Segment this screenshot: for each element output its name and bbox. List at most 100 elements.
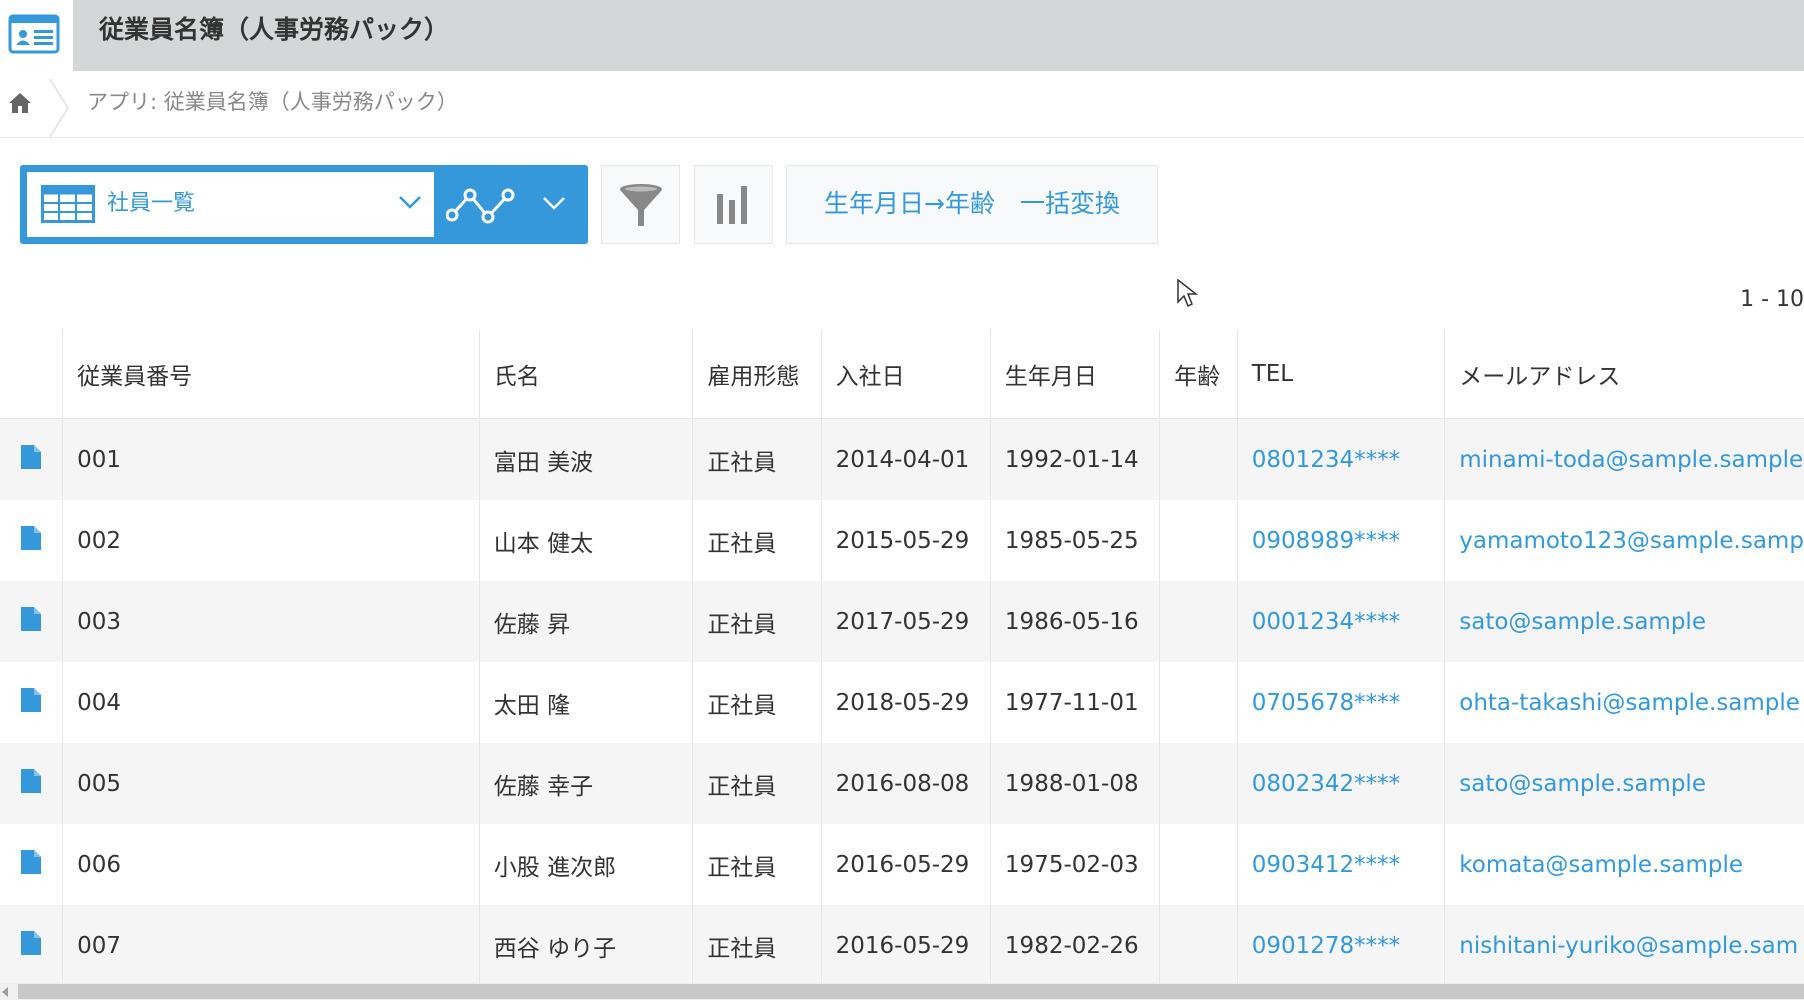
header-icon-col — [0, 329, 64, 419]
column-header[interactable]: 雇用形態 — [692, 329, 822, 419]
cell-type: 正社員 — [692, 500, 822, 581]
scrollbar-thumb[interactable] — [18, 984, 1804, 999]
record-detail-cell[interactable] — [0, 500, 64, 581]
scroll-left-icon[interactable] — [2, 987, 8, 997]
cell-join: 2015-05-29 — [821, 500, 991, 581]
document-icon[interactable] — [21, 525, 42, 550]
cell-age — [1159, 418, 1238, 500]
cell-id: 002 — [62, 500, 480, 581]
table-row: 005 佐藤 幸子 正社員 2016-08-08 1988-01-08 0802342**… — [0, 743, 1804, 824]
cell-birth: 1986-05-16 — [990, 581, 1161, 662]
app-card-icon — [8, 14, 60, 54]
cell-join: 2014-04-01 — [821, 418, 991, 500]
breadcrumb-separator-icon — [49, 79, 70, 137]
cell-tel[interactable]: 0802342**** — [1237, 743, 1446, 824]
table-row: 004 太田 隆正社員 2018-05-29 1977-11-01 0705678***… — [0, 662, 1804, 743]
horizontal-scrollbar[interactable] — [0, 983, 1804, 1000]
chevron-down-icon[interactable] — [542, 195, 566, 211]
breadcrumb-app-link[interactable]: アプリ: 従業員名簿（人事労務パック） — [87, 87, 458, 117]
view-select-dropdown[interactable]: 社員一覧 — [27, 172, 434, 237]
cell-birth: 1977-11-01 — [990, 662, 1161, 743]
cell-type: 正社員 — [692, 743, 822, 824]
record-detail-cell[interactable] — [0, 824, 64, 905]
cell-join: 2016-08-08 — [821, 743, 991, 824]
cell-email[interactable]: yamamoto123@sample.samp — [1444, 500, 1804, 581]
record-detail-cell[interactable] — [0, 662, 64, 743]
cell-birth: 1985-05-25 — [990, 500, 1161, 581]
cell-age — [1159, 662, 1238, 743]
document-icon[interactable] — [21, 687, 42, 712]
document-icon[interactable] — [21, 606, 42, 631]
cell-age — [1159, 743, 1238, 824]
cell-tel[interactable]: 0801234**** — [1237, 418, 1446, 500]
age-convert-label: 生年月日→年齢 一括変換 — [824, 189, 1120, 218]
cell-id: 007 — [62, 905, 480, 983]
column-header[interactable]: メールアドレス — [1444, 329, 1804, 419]
breadcrumb: アプリ: 従業員名簿（人事労務パック） — [0, 71, 1804, 138]
table-row: 002 山本 健太 正社員 2015-05-29 1985-05-25 0908989**… — [0, 500, 1804, 581]
cell-join: 2018-05-29 — [821, 662, 991, 743]
cell-birth: 1975-02-03 — [990, 824, 1161, 905]
chevron-down-icon — [399, 196, 421, 209]
table-row: 003 佐藤 昇正社員 2017-05-29 1986-05-16 0001234***… — [0, 581, 1804, 662]
cell-email[interactable]: sato@sample.sample — [1444, 581, 1804, 662]
column-header[interactable]: 生年月日 — [990, 329, 1161, 419]
app-title: 従業員名簿（人事労務パック） — [99, 15, 450, 44]
cell-name: 佐藤 昇 — [479, 581, 694, 662]
cell-age — [1159, 500, 1238, 581]
graph-icon[interactable] — [446, 183, 516, 227]
record-detail-cell[interactable] — [0, 581, 64, 662]
cell-name: 富田 美波 — [479, 418, 694, 500]
chart-button[interactable] — [694, 165, 773, 244]
document-icon[interactable] — [21, 444, 42, 469]
column-header[interactable]: TEL — [1237, 329, 1446, 419]
column-header[interactable]: 従業員番号 — [62, 329, 480, 419]
table-header-row: 従業員番号 氏名 雇用形態 入社日 生年月日 年齢 TEL メールアドレス — [0, 329, 1804, 419]
cell-tel[interactable]: 0903412**** — [1237, 824, 1446, 905]
home-icon[interactable] — [8, 91, 32, 115]
table-row: 007 西谷 ゆり子 正社員 2016-05-29 1982-02-26 0901278*… — [0, 905, 1804, 983]
cell-birth: 1992-01-14 — [990, 418, 1161, 500]
cell-age — [1159, 824, 1238, 905]
filter-button[interactable] — [601, 165, 680, 244]
cell-tel[interactable]: 0705678**** — [1237, 662, 1446, 743]
cell-email[interactable]: nishitani-yuriko@sample.sam — [1444, 905, 1804, 983]
record-detail-cell[interactable] — [0, 905, 64, 983]
view-select-label: 社員一覧 — [107, 191, 196, 216]
cell-type: 正社員 — [692, 905, 822, 983]
column-header[interactable]: 年齢 — [1159, 329, 1238, 419]
table-row: 001 富田 美波 正社員 2014-04-01 1992-01-14 0801234**… — [0, 418, 1804, 500]
cell-tel[interactable]: 0901278**** — [1237, 905, 1446, 983]
cell-birth: 1988-01-08 — [990, 743, 1161, 824]
filter-icon — [620, 184, 662, 226]
document-icon[interactable] — [21, 849, 42, 874]
cell-age — [1159, 905, 1238, 983]
app-icon-box[interactable] — [0, 0, 73, 71]
cell-email[interactable]: minami-toda@sample.sample — [1444, 418, 1804, 500]
cell-type: 正社員 — [692, 581, 822, 662]
cell-age — [1159, 581, 1238, 662]
cell-id: 004 — [62, 662, 480, 743]
cell-name: 太田 隆 — [479, 662, 694, 743]
record-detail-cell[interactable] — [0, 743, 64, 824]
document-icon[interactable] — [21, 930, 42, 955]
age-convert-button[interactable]: 生年月日→年齢 一括変換 — [786, 165, 1158, 244]
cell-join: 2016-05-29 — [821, 905, 991, 983]
cell-id: 005 — [62, 743, 480, 824]
bar-chart-icon — [717, 186, 747, 224]
cell-email[interactable]: sato@sample.sample — [1444, 743, 1804, 824]
cell-email[interactable]: ohta-takashi@sample.sample — [1444, 662, 1804, 743]
column-header[interactable]: 氏名 — [479, 329, 694, 419]
cell-join: 2016-05-29 — [821, 824, 991, 905]
column-header[interactable]: 入社日 — [821, 329, 991, 419]
cell-id: 001 — [62, 418, 480, 500]
cell-email[interactable]: komata@sample.sample — [1444, 824, 1804, 905]
table-row: 006 小股 進次郎 正社員 2016-05-29 1975-02-03 0903412*… — [0, 824, 1804, 905]
record-detail-cell[interactable] — [0, 418, 64, 500]
document-icon[interactable] — [21, 768, 42, 793]
cell-tel[interactable]: 0001234**** — [1237, 581, 1446, 662]
cell-tel[interactable]: 0908989**** — [1237, 500, 1446, 581]
cell-join: 2017-05-29 — [821, 581, 991, 662]
cursor-icon — [1177, 278, 1198, 308]
cell-type: 正社員 — [692, 824, 822, 905]
